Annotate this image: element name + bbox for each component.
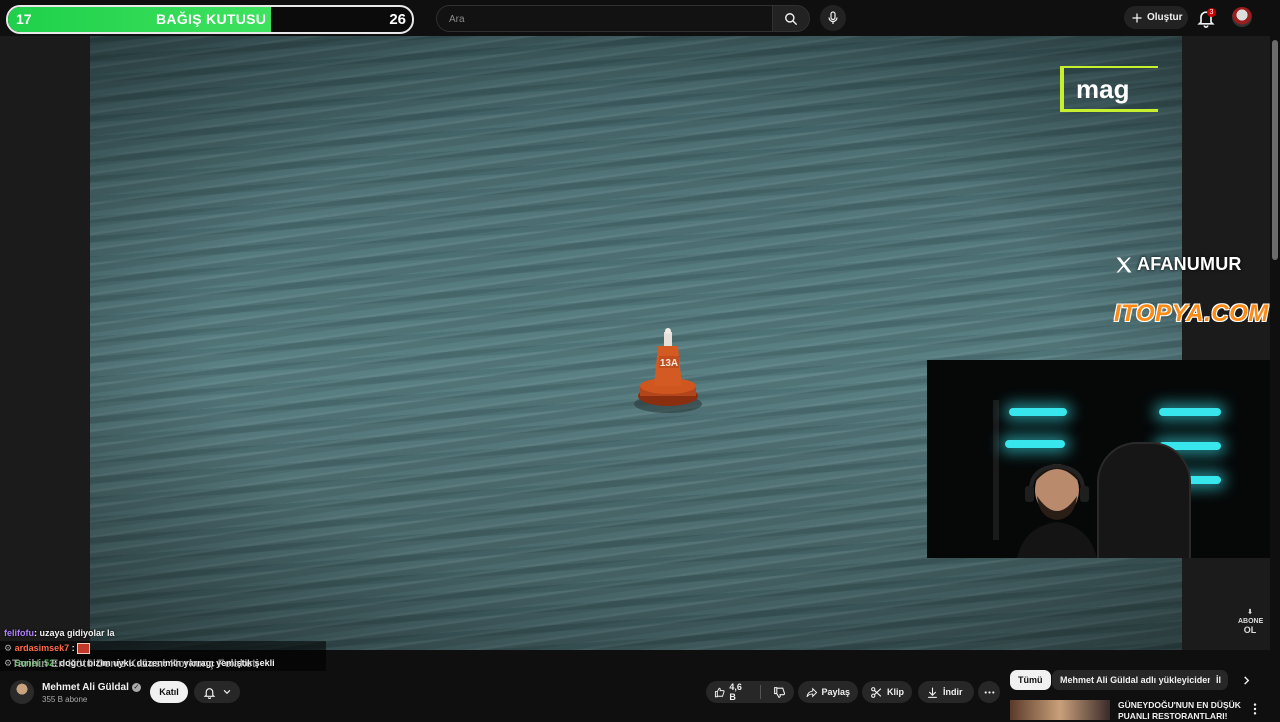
verified-check-icon: ✓ — [131, 682, 141, 692]
share-arrow-icon — [806, 687, 818, 697]
mag-logo: mag — [1060, 66, 1158, 112]
channel-avatar[interactable] — [10, 680, 34, 704]
search-box — [436, 5, 774, 32]
like-button[interactable]: 4,6 B — [706, 681, 756, 703]
microphone-icon — [828, 11, 838, 24]
chip-related[interactable]: İl — [1210, 670, 1228, 690]
clip-label: Klip — [887, 687, 904, 697]
subscriber-count: 355 B abone — [42, 695, 88, 704]
thumbs-down-icon — [774, 686, 786, 698]
share-button[interactable]: Paylaş — [798, 681, 858, 703]
buoy-image: 13A — [634, 328, 702, 413]
create-label: Oluştur — [1147, 12, 1183, 23]
voice-search-button[interactable] — [820, 5, 846, 31]
more-vertical-icon[interactable] — [1250, 702, 1260, 716]
search-button[interactable] — [772, 5, 810, 32]
webcam-light — [1005, 440, 1065, 448]
search-input[interactable] — [447, 9, 751, 29]
subscribe-watermark-line2: OL — [1243, 625, 1257, 635]
chat-line: felifofu: uzaya gidiyolar la — [0, 626, 326, 641]
donation-title: BAĞIŞ KUTUSU — [156, 11, 267, 27]
x-handle-text: AFANUMUR — [1137, 254, 1242, 274]
recommended-video-thumbnail[interactable] — [1010, 700, 1110, 720]
chevron-down-icon — [223, 689, 230, 695]
chat-message: : — [69, 643, 75, 653]
like-count: 4,6 B — [729, 682, 742, 702]
donation-left-value: 17 — [16, 11, 32, 27]
video-player[interactable]: 13A mag AFANUMUR ITOPYA.COM ⬇ ABONE OL — [0, 36, 1280, 650]
clip-button[interactable]: Klip — [862, 681, 912, 703]
download-icon — [928, 687, 937, 698]
chat-role-icon: ⚙ — [4, 658, 13, 668]
chip-from-uploader[interactable]: Mehmet Ali Güldal adlı yükleyiciden — [1052, 670, 1221, 690]
more-actions-button[interactable] — [978, 681, 1000, 703]
thumbs-up-icon — [714, 687, 725, 697]
chat-line: ⚙ ardasimsek7 : — [0, 641, 326, 656]
subscribe-arrow-icon: ⬇ — [1247, 609, 1253, 616]
streamer-person — [1017, 463, 1097, 558]
more-horizontal-icon — [984, 690, 994, 694]
create-button[interactable]: Oluştur — [1124, 6, 1188, 29]
x-social-handle: AFANUMUR — [1114, 254, 1242, 275]
like-dislike-group: 4,6 B — [706, 681, 794, 703]
bell-icon — [203, 687, 215, 699]
download-label: İndir — [943, 687, 963, 697]
chat-message: : uzaya gidiyolar la — [34, 628, 115, 638]
recommended-video-title[interactable]: GÜNEYDOĞU'NUN EN DÜŞÜK PUANLI RESTORANTL… — [1118, 700, 1248, 722]
chevron-right-icon — [1243, 675, 1249, 685]
channel-name-text: Mehmet Ali Güldal — [42, 682, 129, 693]
channel-name[interactable]: Mehmet Ali Güldal ✓ — [42, 682, 141, 693]
webcam-light — [1009, 408, 1067, 416]
chat-role-icon: ⚙ — [4, 643, 13, 653]
chat-username: felifofu — [4, 628, 34, 638]
chat-emote-icon — [76, 643, 90, 655]
chips-next-button[interactable] — [1236, 670, 1256, 690]
buoy-number: 13A — [660, 358, 678, 369]
subscription-notifications-button[interactable] — [194, 681, 240, 703]
x-logo-icon — [1116, 257, 1132, 272]
scissors-icon — [871, 686, 882, 698]
dislike-button[interactable] — [765, 681, 794, 703]
donation-right-value: 26 — [389, 11, 406, 28]
page-scrollbar[interactable] — [1270, 36, 1280, 720]
scrollbar-thumb[interactable] — [1272, 40, 1278, 260]
subscribe-watermark[interactable]: ⬇ ABONE OL — [1238, 608, 1263, 635]
share-label: Paylaş — [821, 687, 850, 697]
search-icon — [785, 12, 797, 25]
account-avatar[interactable] — [1232, 7, 1252, 27]
chip-all[interactable]: Tümü — [1010, 670, 1051, 690]
webcam-chair — [1097, 442, 1191, 558]
streamer-webcam — [927, 360, 1280, 558]
notification-badge: 3 — [1207, 8, 1216, 17]
like-divider — [760, 685, 761, 699]
mag-label: mag — [1076, 74, 1130, 104]
top-bar: 17 BAĞIŞ KUTUSU 26 Oluştur 3 — [0, 0, 1280, 36]
download-button[interactable]: İndir — [918, 681, 974, 703]
chat-username: ardasimsek7 — [14, 643, 70, 653]
sponsor-logo: ITOPYA.COM — [1114, 300, 1269, 327]
webcam-light — [1159, 408, 1221, 416]
donation-progress-bar: 17 BAĞIŞ KUTUSU 26 — [6, 5, 414, 34]
join-button[interactable]: Katıl — [150, 681, 188, 703]
webcam-lamp — [993, 400, 999, 540]
plus-icon — [1132, 13, 1142, 22]
video-title-overlay: Tarihin En Kötü Deniz Kazası: Korkunç Fe… — [12, 658, 259, 670]
